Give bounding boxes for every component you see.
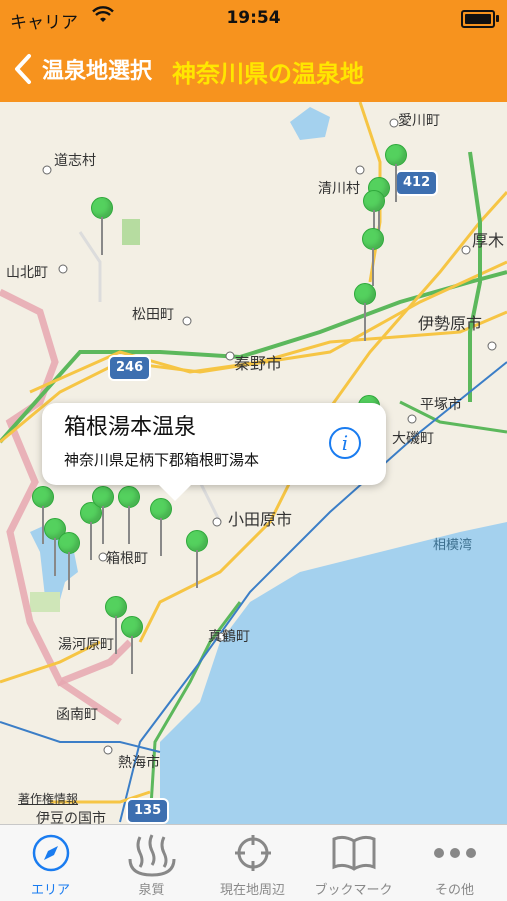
callout-title: 箱根湯本温泉 [64,415,197,440]
map-label: 清川村 [318,181,360,197]
status-bar: キャリア 19:54 [0,0,507,36]
map-label: 熱海市 [118,755,160,771]
map-label: 真鶴町 [208,629,250,645]
tab-spring-quality[interactable]: 泉質 [101,825,202,901]
map-label: 秦野市 [234,354,283,373]
hot-spring-icon [101,833,202,877]
tab-label: ブックマーク [314,883,393,898]
map-label: 愛川町 [398,113,440,129]
hot-spring-pin[interactable] [92,486,114,546]
map-label: 函南町 [56,707,98,723]
tab-nearby[interactable]: 現在地周辺 [202,825,303,901]
back-label: 温泉地選択 [42,59,153,84]
tab-label: 現在地周辺 [219,883,285,898]
book-icon [303,833,404,873]
tab-label: 泉質 [138,883,165,898]
battery-icon [461,10,499,28]
map-label: 伊勢原市 [418,314,483,333]
tab-bookmark[interactable]: ブックマーク [303,825,404,901]
hot-spring-pin[interactable] [354,283,376,343]
hot-spring-pin[interactable] [121,616,143,676]
map-label: 伊豆の国市 [36,811,106,824]
tab-area[interactable]: エリア [0,825,101,901]
info-button[interactable]: i [329,427,361,459]
map-label: 小田原市 [228,510,293,529]
hot-spring-pin[interactable] [150,498,172,558]
navigation-bar: 温泉地選択 神奈川県の温泉地 [0,36,507,102]
legal-link[interactable]: 著作権情報 [18,790,78,807]
tab-more[interactable]: その他 [404,825,505,901]
compass-icon [0,833,101,873]
chevron-left-icon [15,54,31,84]
map-label: 箱根町 [106,551,148,567]
callout-address: 神奈川県足柄下郡箱根町湯本 [64,451,260,469]
tab-label: その他 [434,883,474,898]
back-button[interactable]: 温泉地選択 [12,52,152,86]
map-callout[interactable]: 箱根湯本温泉 神奈川県足柄下郡箱根町湯本 i [42,403,386,501]
map-label: 松田町 [132,307,174,323]
hot-spring-pin[interactable] [58,532,80,592]
map-label: 道志村 [54,153,96,169]
map-label: 大磯町 [392,431,434,447]
clock: 19:54 [226,8,281,28]
hot-spring-pin[interactable] [362,228,384,288]
location-target-icon [202,833,303,873]
hot-spring-pin[interactable] [118,486,140,546]
map-label: 相模湾 [433,538,473,553]
more-icon [404,833,505,873]
map-label: 平塚市 [420,397,462,413]
hot-spring-pin[interactable] [186,530,208,590]
route-shield: 135 [126,798,170,824]
route-shield: 246 [108,355,152,381]
tab-bar: エリア 泉質 現在地周辺 ブックマーク その他 [0,824,507,901]
page-title: 神奈川県の温泉地 [172,60,364,88]
tab-label: エリア [30,883,70,898]
map-label: 山北町 [6,265,48,281]
map-label: 厚木 [472,231,505,250]
hot-spring-pin[interactable] [91,197,113,257]
